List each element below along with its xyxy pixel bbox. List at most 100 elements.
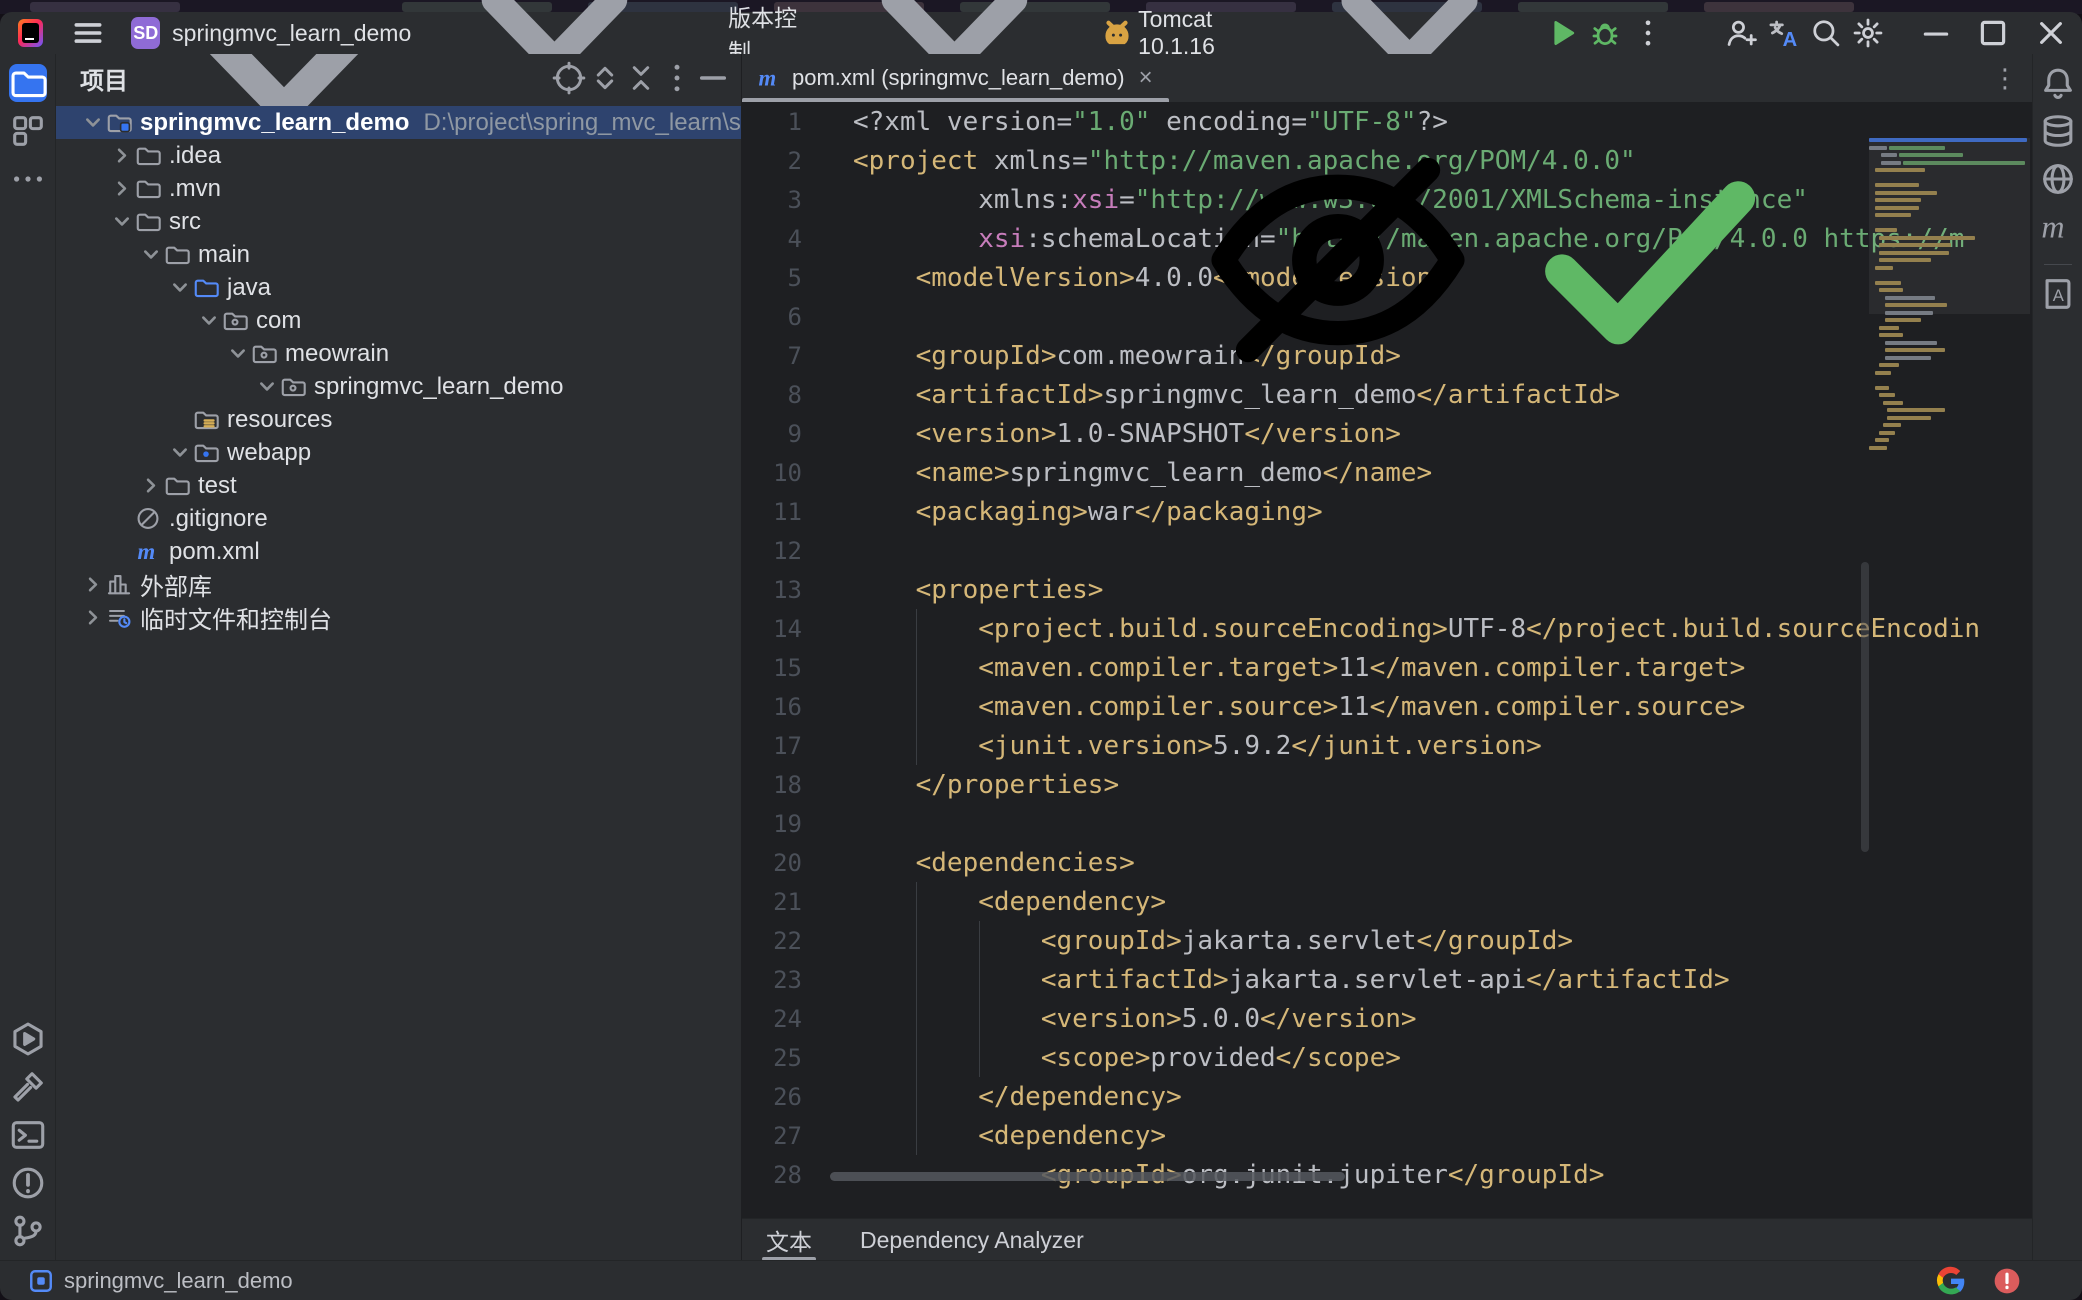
code-line[interactable]: 9 <version>1.0-SNAPSHOT</version>: [742, 414, 1401, 453]
close-tab-icon[interactable]: ×: [1139, 66, 1153, 90]
more-tools-icon[interactable]: [9, 160, 47, 198]
code-line[interactable]: 14 <project.build.sourceEncoding>UTF-8</…: [742, 609, 1980, 648]
notifications-bell-icon[interactable]: [2039, 64, 2077, 102]
translate-icon[interactable]: A: [1766, 16, 1800, 50]
project-badge[interactable]: SD: [131, 17, 160, 49]
chevron-down-icon[interactable]: [225, 337, 251, 370]
documentation-book-icon[interactable]: A: [2039, 275, 2077, 313]
tree-item[interactable]: java: [56, 271, 741, 304]
git-tool-button[interactable]: [9, 1212, 47, 1250]
chevron-down-icon[interactable]: [167, 436, 193, 469]
window-minimize-button[interactable]: [1919, 16, 1953, 50]
editor-horizontal-scrollbar[interactable]: [830, 1172, 1345, 1181]
minimap-line: [1885, 348, 1945, 352]
tree-item[interactable]: webapp: [56, 436, 741, 469]
line-number: 22: [742, 927, 802, 955]
run-button[interactable]: [1546, 16, 1580, 50]
chevron-right-icon[interactable]: [80, 601, 106, 634]
project-panel-title[interactable]: 项目: [80, 61, 128, 96]
status-project-label[interactable]: springmvc_learn_demo: [64, 1268, 293, 1294]
minimap-line: [1879, 326, 1899, 330]
main-menu-icon[interactable]: [71, 16, 105, 50]
chevron-down-icon[interactable]: [109, 205, 135, 238]
terminal-tool-button[interactable]: [9, 1116, 47, 1154]
tree-item[interactable]: resources: [56, 403, 741, 436]
tree-item[interactable]: springmvc_learn_demoD:\project\spring_mv…: [56, 106, 741, 139]
tree-item[interactable]: test: [56, 469, 741, 502]
maven-tool-button[interactable]: m: [2039, 208, 2077, 246]
title-bar: SD springmvc_learn_demo 版本控制 Tomcat 10.1…: [0, 12, 2082, 54]
code-line[interactable]: 27 <dependency>: [742, 1116, 1166, 1155]
hide-panel-icon[interactable]: [695, 60, 731, 96]
inspection-widget[interactable]: [1188, 110, 1802, 410]
bottom-tab-active[interactable]: 文本: [742, 1219, 836, 1261]
code-line[interactable]: 23 <artifactId>jakarta.servlet-api</arti…: [742, 960, 1730, 999]
chevron-down-icon[interactable]: [196, 304, 222, 337]
project-tool-button[interactable]: [9, 64, 47, 102]
endpoints-globe-icon[interactable]: [2039, 160, 2077, 198]
tree-item[interactable]: .idea: [56, 139, 741, 172]
chevron-down-icon[interactable]: [80, 106, 106, 139]
code-line[interactable]: 13 <properties>: [742, 570, 1103, 609]
chevron-right-icon[interactable]: [109, 139, 135, 172]
notification-error-icon[interactable]: [1992, 1266, 2022, 1296]
debug-button[interactable]: [1588, 16, 1622, 50]
expand-all-icon[interactable]: [587, 60, 623, 96]
google-icon[interactable]: [1936, 1266, 1966, 1296]
window-close-button[interactable]: [2034, 16, 2068, 50]
tree-item[interactable]: .mvn: [56, 172, 741, 205]
code-viewport[interactable]: 28 <groupId>org.junit.jupiter</groupId>2…: [742, 102, 2032, 1218]
code-line[interactable]: 17 <junit.version>5.9.2</junit.version>: [742, 726, 1542, 765]
code-line[interactable]: 24 <version>5.0.0</version>: [742, 999, 1417, 1038]
code-line[interactable]: 21 <dependency>: [742, 882, 1166, 921]
chevron-right-icon[interactable]: [80, 568, 106, 601]
tree-item[interactable]: mpom.xml: [56, 535, 741, 568]
code-line[interactable]: 25 <scope>provided</scope>: [742, 1038, 1401, 1077]
tree-item[interactable]: .gitignore: [56, 502, 741, 535]
chevron-right-icon[interactable]: [138, 469, 164, 502]
bottom-tab-inactive[interactable]: Dependency Analyzer: [836, 1219, 1108, 1261]
tree-item[interactable]: src: [56, 205, 741, 238]
panel-options-icon[interactable]: [659, 60, 695, 96]
code-line[interactable]: 16 <maven.compiler.source>11</maven.comp…: [742, 687, 1745, 726]
code-minimap[interactable]: [1869, 138, 2030, 468]
code-line[interactable]: 15 <maven.compiler.target>11</maven.comp…: [742, 648, 1745, 687]
window-maximize-button[interactable]: [1976, 16, 2010, 50]
services-tool-button[interactable]: [9, 1020, 47, 1058]
code-line[interactable]: 18 </properties>: [742, 765, 1119, 804]
code-line[interactable]: 26 </dependency>: [742, 1077, 1182, 1116]
tree-item[interactable]: main: [56, 238, 741, 271]
tree-item[interactable]: com: [56, 304, 741, 337]
tree-item[interactable]: 外部库: [56, 568, 741, 601]
run-configuration[interactable]: Tomcat 10.1.16: [1138, 6, 1271, 60]
tree-item[interactable]: meowrain: [56, 337, 741, 370]
chevron-down-icon[interactable]: [167, 271, 193, 304]
code-line[interactable]: 22 <groupId>jakarta.servlet</groupId>: [742, 921, 1573, 960]
code-line[interactable]: 19: [742, 804, 853, 843]
collapse-all-icon[interactable]: [623, 60, 659, 96]
tree-item[interactable]: 临时文件和控制台: [56, 601, 741, 634]
structure-tool-button[interactable]: [9, 112, 47, 150]
code-with-me-icon[interactable]: [1724, 16, 1758, 50]
code-line[interactable]: 12: [742, 531, 853, 570]
settings-gear-icon[interactable]: [1851, 16, 1885, 50]
code-line[interactable]: 10 <name>springmvc_learn_demo</name>: [742, 453, 1432, 492]
chevron-right-icon[interactable]: [109, 172, 135, 205]
locate-file-icon[interactable]: [551, 60, 587, 96]
problems-tool-button[interactable]: [9, 1164, 47, 1202]
tab-pom-xml[interactable]: m pom.xml (springmvc_learn_demo) ×: [742, 54, 1169, 102]
code-line[interactable]: 11 <packaging>war</packaging>: [742, 492, 1323, 531]
chevron-down-icon[interactable]: [138, 238, 164, 271]
more-actions-icon[interactable]: [1631, 16, 1665, 50]
build-tool-button[interactable]: [9, 1068, 47, 1106]
database-tool-button[interactable]: [2039, 112, 2077, 150]
code-line[interactable]: 20 <dependencies>: [742, 843, 1135, 882]
project-switcher[interactable]: springmvc_learn_demo: [172, 20, 411, 47]
search-everywhere-icon[interactable]: [1809, 16, 1843, 50]
highlight-level-icon[interactable]: [1188, 110, 1488, 410]
chevron-down-icon[interactable]: [254, 370, 280, 403]
editor-vertical-scrollbar[interactable]: [1861, 562, 1869, 852]
tab-options-icon[interactable]: ⋮: [1992, 63, 2018, 94]
tree-item[interactable]: springmvc_learn_demo: [56, 370, 741, 403]
code-line[interactable]: 6: [742, 297, 853, 336]
